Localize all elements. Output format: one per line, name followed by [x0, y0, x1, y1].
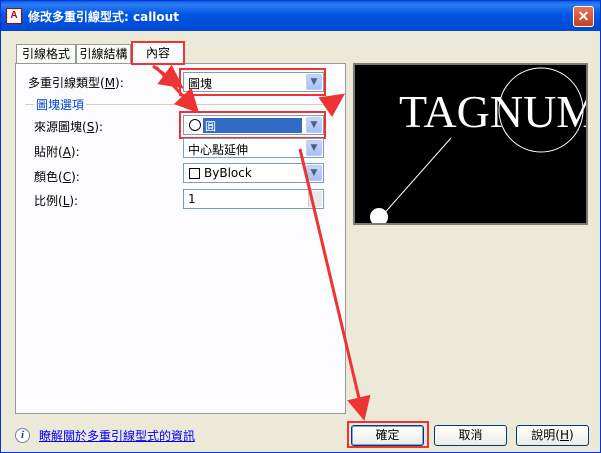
- preview-graphic: TAGNUMI: [370, 67, 586, 223]
- chevron-down-icon[interactable]: ▼: [306, 165, 322, 181]
- attachment-select[interactable]: 中心點延伸 ▼: [183, 138, 324, 158]
- annotation-box-ok: [347, 421, 429, 448]
- preview-tag-text: TAGNUMI: [399, 86, 586, 137]
- tab-leader-format[interactable]: 引線格式: [16, 44, 76, 64]
- attachment-label: 貼附(A):: [34, 145, 80, 159]
- cancel-button[interactable]: 取消: [434, 425, 507, 446]
- help-button[interactable]: 說明(H): [516, 425, 589, 446]
- source-block-label: 來源圖塊(S):: [34, 120, 104, 134]
- close-button[interactable]: ✕: [573, 6, 594, 27]
- block-options-title: 圖塊選項: [34, 96, 87, 113]
- annotation-box-type: [179, 68, 326, 96]
- annotation-box-source: [179, 111, 326, 139]
- stepper-buttons[interactable]: [308, 191, 322, 207]
- tab-leader-structure[interactable]: 引線結構: [76, 44, 131, 64]
- multileader-type-label: 多重引線類型(M):: [28, 76, 124, 90]
- window-title: 修改多重引線型式: callout: [28, 10, 179, 24]
- info-icon: i: [15, 428, 30, 443]
- autocad-logo-icon: A: [6, 8, 22, 24]
- help-link[interactable]: 瞭解關於多重引線型式的資訊: [39, 427, 195, 444]
- preview-leader-line: [380, 137, 452, 218]
- dialog-window: A 修改多重引線型式: callout ✕ 引線格式 引線結構 內容 多重引線類…: [0, 0, 601, 453]
- color-label: 顏色(C):: [34, 170, 80, 184]
- tab-content[interactable]: 內容: [131, 41, 185, 65]
- preview-pane: TAGNUMI: [353, 63, 588, 225]
- scale-label: 比例(L):: [34, 194, 79, 208]
- close-icon: ✕: [577, 8, 590, 24]
- color-select[interactable]: ByBlock ▼: [183, 163, 324, 183]
- color-swatch: [189, 168, 200, 179]
- preview-arrowhead-dot: [370, 208, 388, 223]
- chevron-down-icon[interactable]: ▼: [306, 140, 322, 156]
- title-bar: A 修改多重引線型式: callout ✕: [1, 1, 600, 31]
- scale-stepper[interactable]: 1: [183, 189, 324, 209]
